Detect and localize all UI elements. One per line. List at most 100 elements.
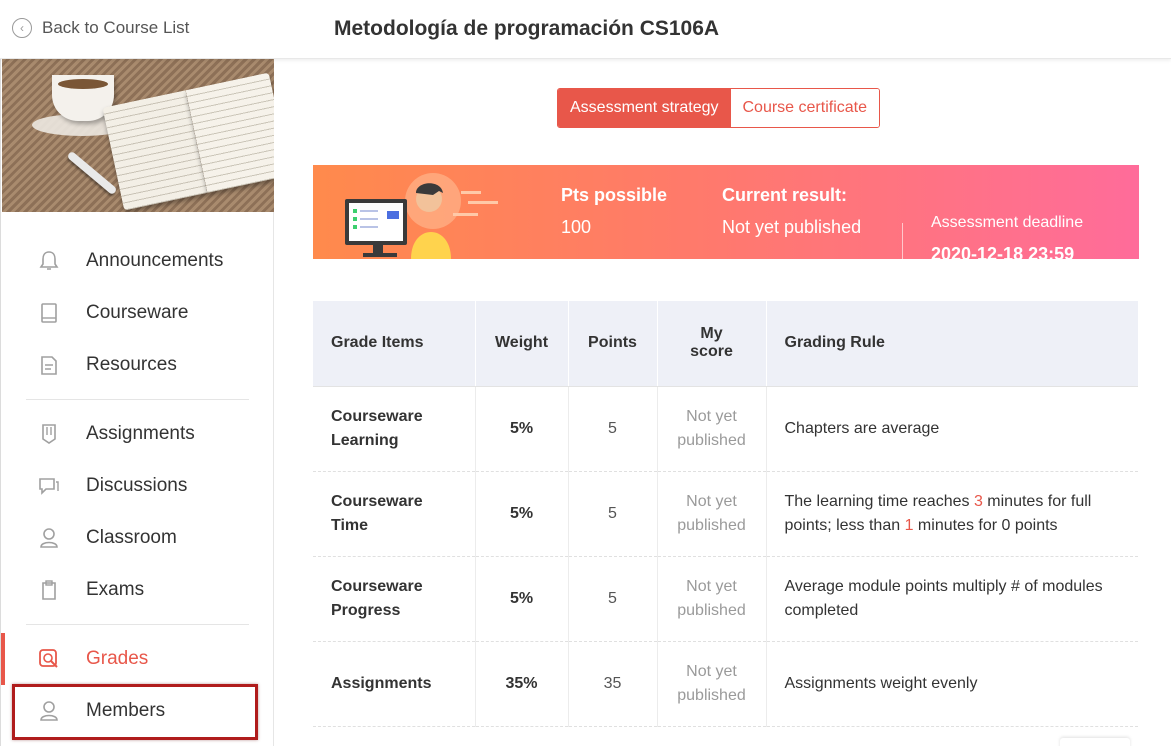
sidebar-item-resources[interactable]: Resources <box>1 339 274 391</box>
sidebar-item-label: Courseware <box>86 302 189 323</box>
back-arrow-icon: ‹ <box>12 18 32 38</box>
table-row: Courseware Progress 5% 5 Not yet publish… <box>313 556 1138 642</box>
sidebar: Announcements Courseware Resources Assig… <box>0 59 274 746</box>
current-result-label: Current result: <box>722 185 848 205</box>
grade-item-name: Progress <box>331 601 401 619</box>
classroom-icon <box>38 527 60 549</box>
chat-icon <box>38 475 60 497</box>
sidebar-item-label: Exams <box>86 579 145 600</box>
scroll-to-top-tab[interactable] <box>1060 738 1130 746</box>
points-cell: 5 <box>568 386 658 472</box>
grade-item-name: Time <box>331 516 369 534</box>
back-label: Back to Course List <box>42 18 190 37</box>
score-text: Not yet <box>686 662 737 680</box>
grading-rule-cell: The learning time reaches 3 minutes for … <box>766 471 1138 557</box>
header-text: score <box>690 343 733 361</box>
pts-possible-value: 100 <box>561 217 592 237</box>
user-icon <box>38 700 60 722</box>
sidebar-item-assignments[interactable]: Assignments <box>1 408 274 460</box>
sidebar-item-label: Classroom <box>86 527 177 548</box>
my-score-cell: Not yet published <box>657 386 767 472</box>
main-content: Assessment strategy Course certificate P… <box>274 59 1171 746</box>
weight-cell: 5% <box>475 556 569 642</box>
grade-item-cell: Courseware Progress <box>313 556 476 642</box>
pts-possible-label: Pts possible <box>561 185 668 205</box>
tab-assessment-strategy[interactable]: Assessment strategy <box>558 89 731 127</box>
rule-text: The learning time reaches <box>784 492 974 510</box>
my-score-cell: Not yet published <box>657 641 767 727</box>
sidebar-item-classroom[interactable]: Classroom <box>1 512 274 564</box>
grading-rule-cell: Average module points multiply # of modu… <box>766 556 1138 642</box>
sidebar-item-label: Assignments <box>86 423 195 444</box>
score-text: Not yet <box>686 577 737 595</box>
student-illustration <box>345 173 498 259</box>
table-header-row: Grade Items Weight Points My score Gradi… <box>313 301 1138 387</box>
grade-item-cell: Courseware Learning <box>313 386 476 472</box>
rule-text: minutes for 0 points <box>913 516 1058 534</box>
grading-rule-cell: Assignments weight evenly <box>766 641 1138 727</box>
tab-course-certificate[interactable]: Course certificate <box>730 89 879 127</box>
sidebar-nav: Announcements Courseware Resources Assig… <box>1 235 274 737</box>
grading-rule-cell: Chapters are average <box>766 386 1138 472</box>
sidebar-item-grades[interactable]: Grades <box>1 633 274 685</box>
divider <box>26 624 249 625</box>
score-text: Not yet <box>686 407 737 425</box>
bell-icon <box>38 250 60 272</box>
sidebar-item-label: Discussions <box>86 475 188 496</box>
column-header-grading-rule: Grading Rule <box>766 301 1138 387</box>
grade-item-cell: Assignments <box>313 641 476 727</box>
my-score-cell: Not yet published <box>657 471 767 557</box>
column-header-points: Points <box>568 301 658 387</box>
divider <box>26 399 249 400</box>
current-result-value: Not yet published <box>722 217 862 237</box>
divider <box>902 223 903 259</box>
weight-cell: 5% <box>475 471 569 557</box>
page-title: Metodología de programación CS106A <box>334 17 720 40</box>
grade-item-name: Courseware <box>331 407 423 425</box>
grade-item-cell: Courseware Time <box>313 471 476 557</box>
weight-cell: 5% <box>475 386 569 472</box>
points-cell: 35 <box>568 641 658 727</box>
grade-item-name: Learning <box>331 431 399 449</box>
grade-summary-banner: Pts possible 100 Current result: Not yet… <box>313 165 1139 259</box>
clipboard-icon <box>38 579 60 601</box>
points-cell: 5 <box>568 556 658 642</box>
sidebar-item-label: Members <box>86 700 166 721</box>
sidebar-item-exams[interactable]: Exams <box>1 564 274 616</box>
score-text: published <box>677 686 746 704</box>
weight-cell: 35% <box>475 641 569 727</box>
my-score-cell: Not yet published <box>657 556 767 642</box>
score-text: published <box>677 516 746 534</box>
sidebar-item-discussions[interactable]: Discussions <box>1 460 274 512</box>
score-text: published <box>677 601 746 619</box>
book-icon <box>38 302 60 324</box>
table-row: Assignments 35% 35 Not yet published Ass… <box>313 641 1138 727</box>
top-bar: ‹ Back to Course List Metodología de pro… <box>0 0 1171 59</box>
header-text: My <box>700 325 723 343</box>
tab-bar: Assessment strategy Course certificate <box>557 88 880 128</box>
assignment-icon <box>38 423 60 445</box>
back-to-course-list-link[interactable]: ‹ Back to Course List <box>12 18 189 38</box>
sidebar-item-courseware[interactable]: Courseware <box>1 287 274 339</box>
sidebar-item-label: Resources <box>86 354 177 375</box>
table-row: Courseware Time 5% 5 Not yet published T… <box>313 471 1138 557</box>
sidebar-item-members[interactable]: Members <box>1 685 274 737</box>
grade-item-name: Courseware <box>331 577 423 595</box>
sidebar-item-label: Grades <box>86 648 149 669</box>
sidebar-item-announcements[interactable]: Announcements <box>1 235 274 287</box>
column-header-my-score: My score <box>657 301 767 387</box>
score-text: published <box>677 431 746 449</box>
rule-minutes-full: 3 <box>973 492 983 510</box>
score-text: Not yet <box>686 492 737 510</box>
grade-items-table: Grade Items Weight Points My score Gradi… <box>313 301 1138 727</box>
column-header-grade-items: Grade Items <box>313 301 476 387</box>
table-row: Courseware Learning 5% 5 Not yet publish… <box>313 386 1138 472</box>
points-cell: 5 <box>568 471 658 557</box>
column-header-weight: Weight <box>475 301 569 387</box>
folder-icon <box>38 354 60 376</box>
grade-item-name: Courseware <box>331 492 423 510</box>
grades-icon <box>38 648 60 670</box>
sidebar-item-label: Announcements <box>86 250 224 271</box>
deadline-label: Assessment deadline <box>931 214 1084 231</box>
deadline-value: 2020-12-18 23:59 <box>931 244 1075 259</box>
